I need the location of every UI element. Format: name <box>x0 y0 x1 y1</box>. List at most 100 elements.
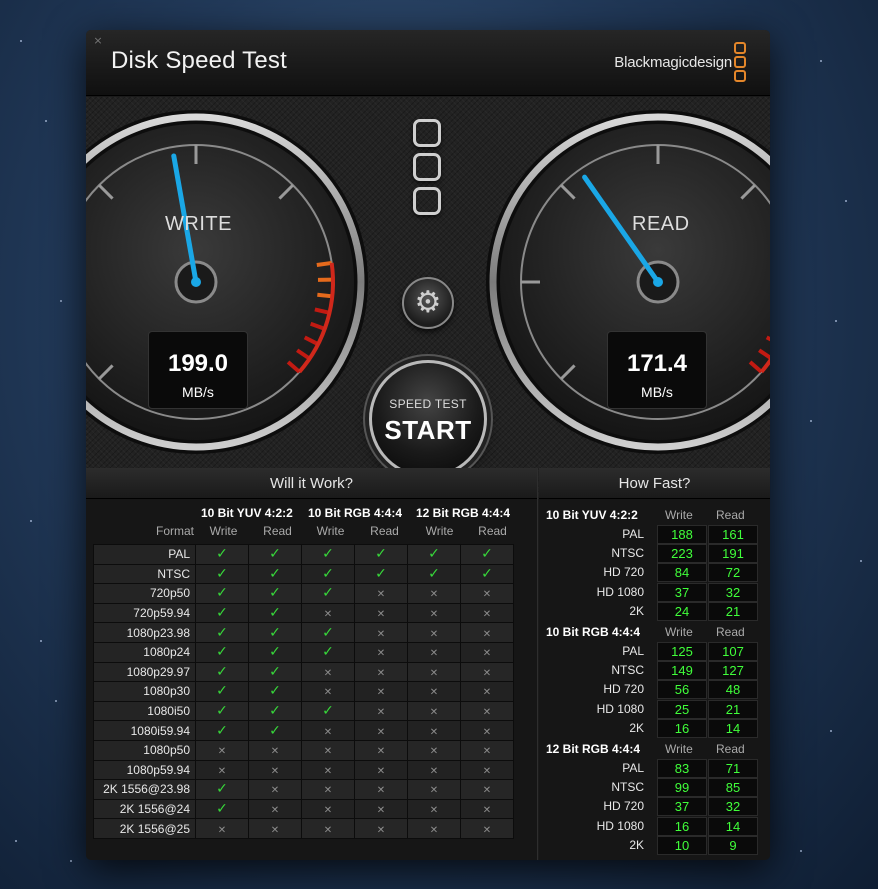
table-row: 1080p23.98 ✓ ✓ ✓ ✕ ✕ ✕ <box>93 622 514 643</box>
check-icon: ✓ <box>322 565 334 582</box>
result-cell: ✕ <box>301 720 355 741</box>
result-cell: ✕ <box>407 661 461 683</box>
check-icon: ✓ <box>216 663 228 680</box>
result-cell: ✕ <box>354 700 408 722</box>
cross-icon: ✕ <box>429 805 439 817</box>
format-label: 1080p23.98 <box>93 622 196 643</box>
speed-format-label: HD 720 <box>603 682 644 697</box>
speed-format-label: HD 720 <box>603 565 644 580</box>
speed-row: HD 1080 37 32 <box>546 582 766 602</box>
table-row: 1080p24 ✓ ✓ ✓ ✕ ✕ ✕ <box>93 641 514 663</box>
cross-icon: ✕ <box>376 765 386 777</box>
check-icon: ✓ <box>216 565 228 582</box>
cross-icon: ✕ <box>482 726 492 738</box>
check-icon: ✓ <box>216 781 228 798</box>
format-column-header: Format <box>155 524 194 538</box>
format-label: 1080p59.94 <box>93 759 196 781</box>
check-icon: ✓ <box>216 703 228 720</box>
write-gauge-redzone-tick <box>317 292 333 299</box>
cross-icon: ✕ <box>429 589 439 601</box>
cross-icon: ✕ <box>323 746 333 758</box>
result-cell: ✕ <box>407 602 461 624</box>
check-icon: ✓ <box>216 605 228 622</box>
result-cell: ✓ <box>248 641 302 663</box>
result-cell: ✓ <box>195 681 249 702</box>
speed-format-label: NTSC <box>611 546 644 561</box>
table-row: 720p50 ✓ ✓ ✓ ✕ ✕ ✕ <box>93 583 514 604</box>
read-fps-value: 14 <box>708 718 758 738</box>
speed-row: PAL 83 71 <box>546 759 766 778</box>
result-cell: ✓ <box>301 641 355 663</box>
will-it-work-title: Will it Work? <box>86 468 537 499</box>
speed-row: 2K 10 9 <box>546 835 766 855</box>
write-fps-value: 37 <box>657 797 707 817</box>
compatibility-table: PAL ✓ ✓ ✓ ✓ ✓ ✓ NTSC ✓ ✓ ✓ ✓ ✓ ✓ 720p50 ✓ ✓ ✓ ✕ ✕ ✕ 720p59.94… <box>93 544 514 839</box>
cross-icon: ✕ <box>482 628 492 640</box>
cross-icon: ✕ <box>323 726 333 738</box>
write-fps-value: 16 <box>657 718 707 738</box>
result-cell: ✕ <box>248 818 302 839</box>
speed-group-header: 10 Bit YUV 4:2:2 Write Read <box>546 506 766 525</box>
start-button-top-label: SPEED TEST <box>389 397 467 411</box>
star-decoration <box>60 300 62 302</box>
check-icon: ✓ <box>269 703 281 720</box>
result-cell: ✓ <box>248 602 302 624</box>
result-cell: ✕ <box>460 583 514 604</box>
star-decoration <box>40 640 42 642</box>
table-row: 1080i59.94 ✓ ✓ ✕ ✕ ✕ ✕ <box>93 720 514 741</box>
write-fps-value: 24 <box>657 601 707 621</box>
cross-icon: ✕ <box>376 746 386 758</box>
format-label: 1080p29.97 <box>93 661 196 683</box>
result-cell: ✕ <box>407 720 461 741</box>
read-fps-value: 127 <box>708 661 758 681</box>
read-column-header: Read <box>716 742 745 756</box>
cross-icon: ✕ <box>482 824 492 836</box>
cross-icon: ✕ <box>323 824 333 836</box>
write-fps-value: 84 <box>657 563 707 583</box>
read-speed-unit: MB/s <box>641 384 673 400</box>
write-fps-value: 188 <box>657 525 707 544</box>
format-label: 1080p50 <box>93 739 196 761</box>
result-cell: ✓ <box>248 583 302 604</box>
result-cell: ✕ <box>407 622 461 643</box>
result-cell: ✓ <box>195 720 249 741</box>
table-row: PAL ✓ ✓ ✓ ✓ ✓ ✓ <box>93 544 514 565</box>
result-cell: ✓ <box>354 544 408 565</box>
result-cell: ✕ <box>460 602 514 624</box>
result-cell: ✕ <box>460 798 514 820</box>
table-row: 1080p30 ✓ ✓ ✕ ✕ ✕ ✕ <box>93 681 514 702</box>
write-column-header: Write <box>316 524 345 538</box>
settings-button[interactable]: ⚙ <box>402 277 454 329</box>
result-cell: ✕ <box>407 681 461 702</box>
result-cell: ✓ <box>301 583 355 604</box>
result-cell: ✓ <box>460 544 514 565</box>
read-fps-value: 32 <box>708 797 758 817</box>
read-speed-value: 171.4 <box>626 350 688 377</box>
app-window: × Disk Speed Test Blackmagicdesign WRITE… <box>86 30 770 860</box>
write-column-header: Write <box>425 524 454 538</box>
check-icon: ✓ <box>322 585 334 602</box>
result-cell: ✓ <box>248 700 302 722</box>
result-cell: ✕ <box>354 622 408 643</box>
result-cell: ✕ <box>248 759 302 781</box>
result-cell: ✕ <box>248 779 302 800</box>
cross-icon: ✕ <box>376 648 386 660</box>
result-cell: ✕ <box>460 681 514 702</box>
table-row: 1080p50 ✕ ✕ ✕ ✕ ✕ ✕ <box>93 739 514 761</box>
speed-row: 2K 16 14 <box>546 718 766 738</box>
read-fps-value: 191 <box>708 544 758 564</box>
check-icon: ✓ <box>428 565 440 582</box>
cross-icon: ✕ <box>376 805 386 817</box>
result-cell: ✓ <box>195 622 249 643</box>
speed-group-name: 10 Bit RGB 4:4:4 <box>546 625 641 639</box>
read-fps-value: 48 <box>708 680 758 700</box>
result-cell: ✕ <box>301 798 355 820</box>
check-icon: ✓ <box>269 683 281 700</box>
start-button[interactable]: SPEED TEST START <box>369 360 487 478</box>
cross-icon: ✕ <box>376 609 386 621</box>
result-cell: ✓ <box>407 563 461 585</box>
cross-icon: ✕ <box>217 824 227 836</box>
write-fps-value: 25 <box>657 699 707 719</box>
result-cell: ✓ <box>195 641 249 663</box>
speed-row: HD 1080 16 14 <box>546 816 766 836</box>
